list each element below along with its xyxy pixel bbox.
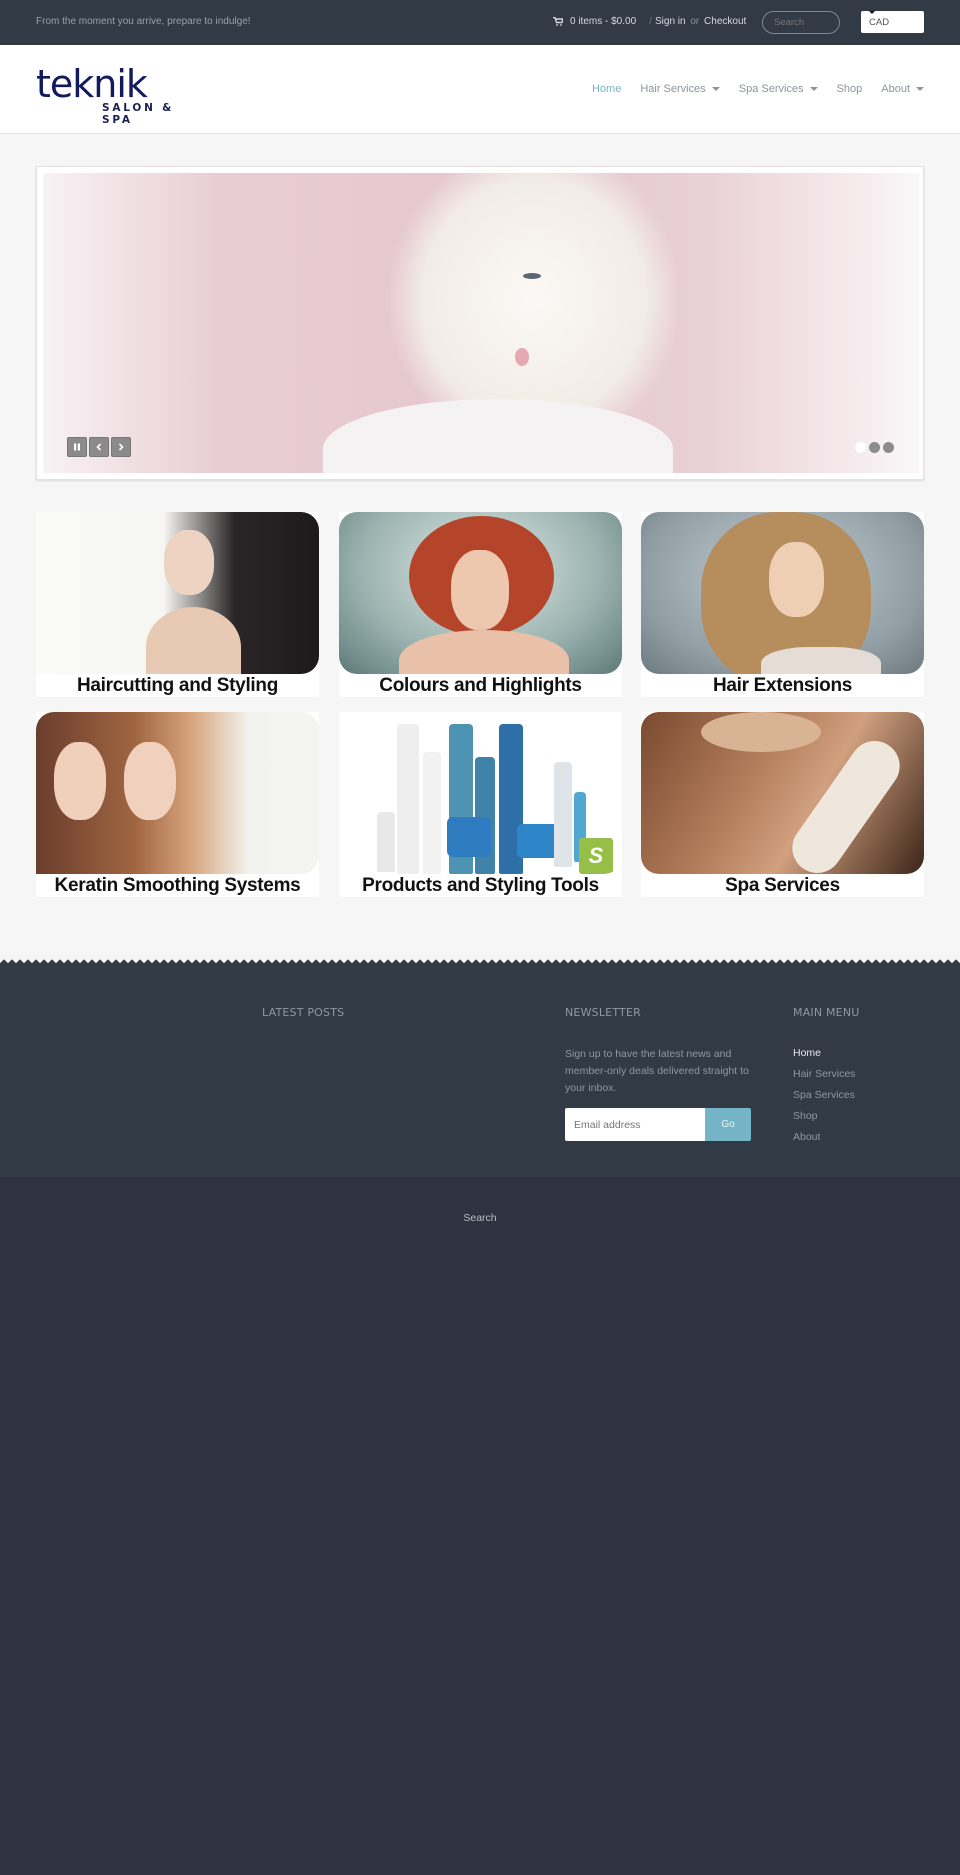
checkout-link[interactable]: Checkout (704, 16, 746, 27)
tile-image (36, 512, 319, 674)
cart-summary: 0 items - $0.00 (570, 16, 637, 27)
newsletter-description: Sign up to have the latest news and memb… (565, 1048, 749, 1094)
tile-caption: Keratin Smoothing Systems (54, 875, 301, 896)
chevron-left-icon (96, 443, 102, 451)
tile-caption: Products and Styling Tools (362, 875, 599, 896)
footer-menu-about[interactable]: About (793, 1131, 855, 1152)
separator: / (649, 16, 652, 27)
tile-haircutting[interactable]: Haircutting and Styling (36, 512, 319, 697)
next-slide-button[interactable] (111, 437, 131, 457)
nav-label: Hair Services (640, 83, 706, 95)
hero-slideshow (36, 166, 924, 480)
tile-caption: Haircutting and Styling (76, 675, 279, 696)
nav-home[interactable]: Home (592, 83, 621, 95)
pause-button[interactable] (67, 437, 87, 457)
slide-mouth-shape (515, 348, 529, 366)
chevron-down-icon (869, 11, 875, 14)
tile-products[interactable]: S Products and Styling Tools (339, 712, 622, 897)
shopping-cart-icon (553, 17, 563, 26)
tile-spa-services[interactable]: Spa Services (641, 712, 924, 897)
tile-image (339, 512, 622, 674)
slide-image[interactable] (43, 173, 919, 473)
site-header: teknik SALON & SPA Home Hair Services Sp… (0, 45, 960, 134)
slide-dot-3[interactable] (883, 442, 894, 453)
nav-label: Shop (836, 83, 863, 95)
nav-hair-services[interactable]: Hair Services (640, 83, 720, 95)
slide-eye-shape (523, 273, 541, 279)
email-field[interactable] (565, 1108, 705, 1141)
tagline: From the moment you arrive, prepare to i… (36, 16, 251, 27)
nav-label: Home (591, 83, 622, 95)
previous-slide-button[interactable] (89, 437, 109, 457)
sign-in-link[interactable]: Sign in (655, 16, 686, 27)
tile-caption: Hair Extensions (712, 675, 853, 696)
top-bar: From the moment you arrive, prepare to i… (0, 0, 960, 45)
bottom-bar: Search (0, 1177, 960, 1875)
tile-colours[interactable]: Colours and Highlights (339, 512, 622, 697)
newsletter-heading: NEWSLETTER (565, 1006, 641, 1019)
footer-menu-shop[interactable]: Shop (793, 1110, 855, 1131)
tile-image: S (339, 712, 622, 874)
latest-posts-heading: LATEST POSTS (262, 1006, 345, 1019)
chevron-right-icon (118, 443, 124, 451)
logo[interactable]: teknik SALON & SPA (36, 62, 198, 126)
search-input[interactable] (762, 11, 840, 34)
cart-link[interactable]: 0 items - $0.00 / (553, 16, 658, 27)
tile-keratin[interactable]: Keratin Smoothing Systems (36, 712, 319, 897)
slide-dot-1[interactable] (855, 442, 866, 453)
tile-image (641, 712, 924, 874)
or-text: or (690, 16, 700, 27)
slideshow-controls (67, 437, 131, 457)
footer-menu-hair-services[interactable]: Hair Services (793, 1068, 855, 1089)
tile-image (36, 712, 319, 874)
footer-menu: Home Hair Services Spa Services Shop Abo… (793, 1047, 855, 1152)
tile-hair-extensions[interactable]: Hair Extensions (641, 512, 924, 697)
nav-shop[interactable]: Shop (837, 83, 863, 95)
caret-down-icon (711, 87, 720, 91)
logo-wordmark: teknik (36, 62, 148, 106)
main-menu-heading: MAIN MENU (793, 1006, 860, 1019)
slide-pagination (855, 442, 894, 453)
nav-label: Spa Services (738, 83, 804, 95)
tile-caption: Spa Services (725, 875, 840, 896)
currency-select[interactable]: CAD (861, 11, 924, 33)
shopify-bag-icon: S (579, 838, 613, 874)
tile-caption: Colours and Highlights (379, 675, 582, 696)
nav-about[interactable]: About (881, 83, 924, 95)
newsletter-form: Go (565, 1108, 751, 1141)
caret-down-icon (916, 87, 924, 91)
currency-value: CAD (869, 17, 890, 28)
pause-icon (74, 443, 80, 451)
slide-dot-2[interactable] (869, 442, 880, 453)
footer-search-link[interactable]: Search (0, 1212, 960, 1224)
footer-menu-home[interactable]: Home (793, 1047, 855, 1068)
account-links: Sign in or Checkout (655, 16, 746, 27)
site-footer: LATEST POSTS NEWSLETTER Sign up to have … (0, 966, 960, 1177)
nav-label: About (881, 83, 910, 95)
subscribe-go-button[interactable]: Go (705, 1108, 751, 1141)
footer-zigzag-edge (0, 958, 960, 966)
main-nav: Home Hair Services Spa Services Shop Abo… (573, 83, 924, 95)
caret-down-icon (809, 87, 818, 91)
footer-menu-spa-services[interactable]: Spa Services (793, 1089, 855, 1110)
nav-spa-services[interactable]: Spa Services (739, 83, 818, 95)
logo-subtitle: SALON & SPA (102, 102, 175, 126)
tile-image (641, 512, 924, 674)
